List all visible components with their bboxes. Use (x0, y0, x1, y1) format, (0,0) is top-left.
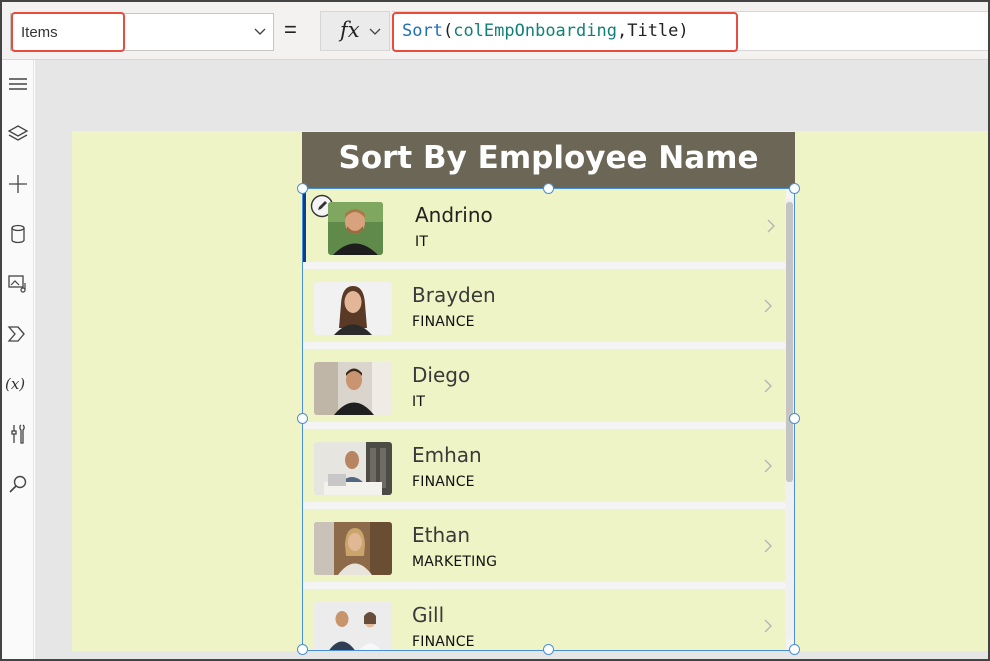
employee-department: FINANCE (412, 634, 475, 650)
employee-photo (314, 442, 392, 495)
left-rail: (x) (2, 60, 34, 659)
database-icon[interactable] (6, 222, 30, 246)
chevron-down-icon (254, 28, 266, 35)
employee-photo (328, 202, 383, 255)
chevron-right-icon[interactable] (763, 459, 773, 473)
resize-handle-top[interactable] (543, 183, 554, 194)
tools-icon[interactable] (6, 422, 30, 446)
employee-gallery[interactable]: Andrino IT Brayden FINANCE Diego IT Emha… (303, 189, 795, 650)
chevron-right-icon[interactable] (763, 299, 773, 313)
resize-handle-left[interactable] (297, 413, 308, 424)
employee-photo (314, 602, 392, 650)
hamburger-menu-icon[interactable] (6, 72, 30, 96)
employee-department: IT (415, 234, 429, 250)
employee-photo (314, 282, 392, 335)
chevron-right-icon[interactable] (763, 379, 773, 393)
resize-handle-bottom-right[interactable] (789, 644, 800, 655)
employee-name: Andrino (415, 203, 493, 227)
resize-handle-bottom-left[interactable] (297, 644, 308, 655)
equals-sign: = (284, 17, 297, 42)
app-frame: Items = fx Sort(colEmpOnboarding,Title) … (0, 0, 990, 661)
page-title: Sort By Employee Name (338, 140, 759, 176)
employee-department: FINANCE (412, 314, 475, 330)
gallery-item[interactable]: Gill FINANCE (303, 589, 786, 650)
scrollbar-thumb[interactable] (786, 202, 793, 482)
employee-name: Emhan (412, 443, 482, 467)
search-icon[interactable] (6, 472, 30, 496)
employee-department: FINANCE (412, 474, 475, 490)
power-automate-icon[interactable] (6, 322, 30, 346)
layers-icon[interactable] (6, 122, 30, 146)
media-icon[interactable] (6, 272, 30, 296)
resize-handle-bottom[interactable] (543, 644, 554, 655)
gallery-item[interactable]: Diego IT (303, 349, 786, 422)
formula-collection: colEmpOnboarding (453, 21, 617, 41)
employee-name: Diego (412, 363, 471, 387)
formula-function: Sort (402, 21, 443, 41)
resize-handle-top-left[interactable] (297, 183, 308, 194)
formula-field: Title (627, 21, 679, 41)
chevron-right-icon[interactable] (766, 219, 776, 233)
employee-name: Ethan (412, 523, 471, 547)
formula-text: Sort(colEmpOnboarding,Title) (402, 21, 689, 41)
resize-handle-top-right[interactable] (789, 183, 800, 194)
property-value: Items (21, 24, 58, 41)
gallery-item[interactable]: Ethan MARKETING (303, 509, 786, 582)
formula-bar: Items = fx Sort(colEmpOnboarding,Title) (2, 2, 988, 60)
employee-name: Gill (412, 603, 445, 627)
employee-department: IT (412, 394, 426, 410)
chevron-down-icon (369, 28, 381, 35)
employee-name: Brayden (412, 283, 496, 307)
fx-button[interactable]: fx (320, 11, 390, 51)
header-bar[interactable]: Sort By Employee Name (302, 132, 795, 188)
chevron-right-icon[interactable] (763, 539, 773, 553)
plus-icon[interactable] (6, 172, 30, 196)
property-dropdown[interactable]: Items (10, 12, 274, 52)
formula-comma: , (616, 21, 628, 41)
fx-icon: fx (340, 18, 360, 42)
gallery-item[interactable]: Emhan FINANCE (303, 429, 786, 502)
chevron-right-icon[interactable] (763, 619, 773, 633)
formula-input[interactable]: Sort(colEmpOnboarding,Title) (392, 11, 988, 52)
variables-icon[interactable]: (x) (5, 372, 29, 396)
gallery-item[interactable]: Brayden FINANCE (303, 269, 786, 342)
formula-close-paren: ) (678, 21, 689, 41)
gallery-item[interactable]: Andrino IT (303, 189, 786, 262)
resize-handle-right[interactable] (789, 413, 800, 424)
formula-open-paren: ( (442, 21, 454, 41)
employee-photo (314, 362, 392, 415)
employee-photo (314, 522, 392, 575)
employee-department: MARKETING (412, 554, 498, 570)
